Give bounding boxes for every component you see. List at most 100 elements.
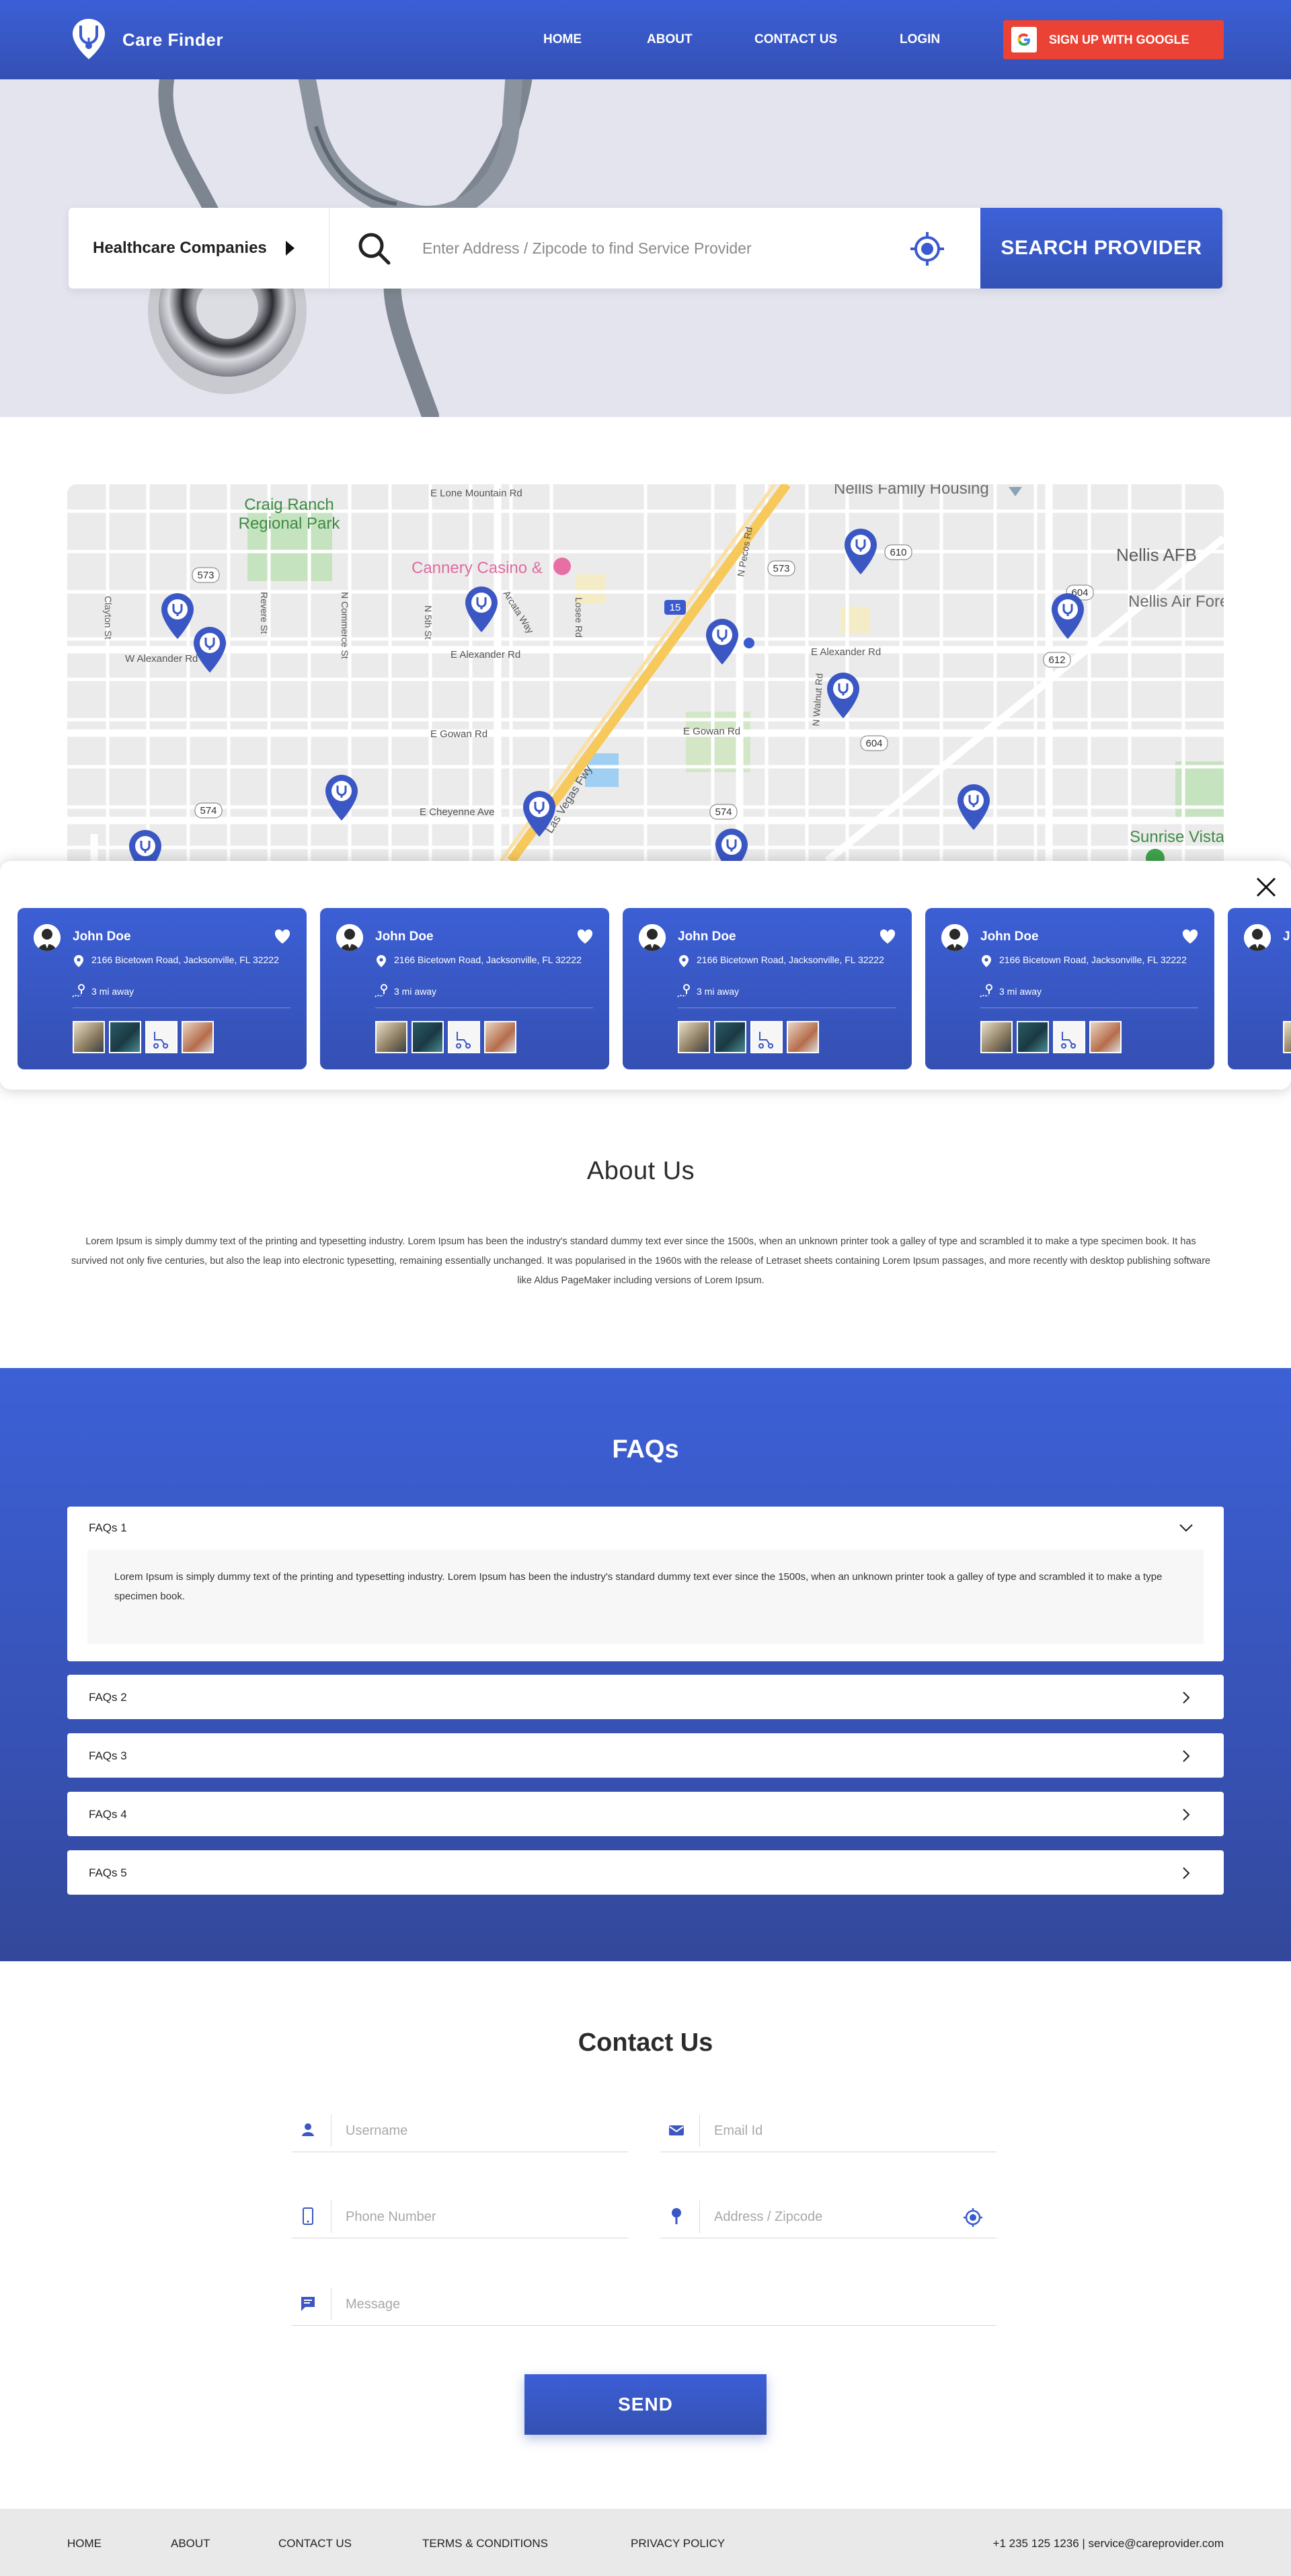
gallery-thumbnail[interactable] [750, 1021, 783, 1053]
footer-link-about[interactable]: ABOUT [171, 2537, 210, 2550]
address-input[interactable] [714, 2205, 956, 2229]
mail-icon [669, 2125, 684, 2135]
avatar [941, 924, 968, 951]
gallery-thumbnail[interactable] [375, 1021, 407, 1053]
chevron-right-icon[interactable] [1182, 1809, 1190, 1821]
search-field [329, 208, 980, 289]
favorite-heart-icon[interactable] [1182, 930, 1198, 944]
chat-icon [301, 2297, 315, 2311]
sand-area [840, 607, 870, 634]
chevron-right-icon[interactable] [1182, 1867, 1190, 1879]
caret-right-icon [285, 241, 295, 256]
faq-item[interactable]: FAQs 5 [67, 1850, 1224, 1895]
search-provider-button[interactable]: SEARCH PROVIDER [980, 208, 1222, 289]
faq-item[interactable]: FAQs 3 [67, 1733, 1224, 1778]
svg-text:E Gowan Rd: E Gowan Rd [683, 726, 740, 737]
current-location-dot [744, 638, 754, 648]
faq-item[interactable]: FAQs 2 [67, 1675, 1224, 1719]
gallery-thumbnail[interactable] [109, 1021, 141, 1053]
gallery-thumbnail[interactable] [1053, 1021, 1085, 1053]
provider-distance: 3 mi away [91, 986, 134, 997]
locate-me-icon[interactable] [963, 2207, 983, 2228]
email-input[interactable] [714, 2119, 956, 2143]
send-button[interactable]: SEND [524, 2374, 767, 2435]
username-input[interactable] [346, 2119, 588, 2143]
gallery-thumbnail[interactable] [1283, 1021, 1291, 1053]
provider-name: John Doe [980, 930, 1039, 944]
gallery-thumbnail[interactable] [73, 1021, 105, 1053]
provider-gallery [1283, 1021, 1291, 1053]
favorite-heart-icon[interactable] [274, 930, 290, 944]
provider-results-panel: John Doe 2166 Bicetown Road, Jacksonvill… [0, 861, 1291, 1090]
gallery-thumbnail[interactable] [980, 1021, 1013, 1053]
phone-input[interactable] [346, 2205, 588, 2229]
provider-gallery [678, 1021, 819, 1053]
address-search-input[interactable] [422, 235, 893, 262]
provider-card[interactable]: John Doe 2166 Bicetown Road, Jacksonvill… [17, 908, 307, 1069]
gallery-thumbnail[interactable] [182, 1021, 214, 1053]
provider-card[interactable]: John Doe 2166 Bicetown Road, Jacksonvill… [623, 908, 912, 1069]
nav-login[interactable]: LOGIN [900, 32, 940, 47]
favorite-heart-icon[interactable] [577, 930, 593, 944]
nav-contact-us[interactable]: CONTACT US [754, 32, 837, 47]
user-icon [302, 2123, 314, 2136]
provider-name: J [1283, 930, 1290, 944]
distance-icon [72, 984, 85, 997]
close-icon[interactable] [1255, 876, 1278, 899]
chevron-down-icon[interactable] [1179, 1524, 1193, 1532]
gallery-thumbnail[interactable] [484, 1021, 516, 1053]
provider-card[interactable]: J [1228, 908, 1291, 1069]
google-signup-button[interactable]: SIGN UP WITH GOOGLE [1003, 20, 1224, 59]
map-label-housing: Nellis Family Housing [834, 484, 989, 498]
gallery-thumbnail[interactable] [787, 1021, 819, 1053]
faq-question: FAQs 1 [89, 1521, 127, 1534]
provider-address: 2166 Bicetown Road, Jacksonville, FL 322… [91, 954, 279, 965]
map-canvas[interactable]: 573 573 610 604 604 574 574 15 612 Craig… [67, 484, 1224, 861]
gallery-thumbnail[interactable] [448, 1021, 480, 1053]
faq-item-expanded[interactable]: FAQs 1 Lorem Ipsum is simply dummy text … [67, 1507, 1224, 1661]
google-signup-label: SIGN UP WITH GOOGLE [1049, 32, 1189, 46]
gallery-thumbnail[interactable] [714, 1021, 746, 1053]
svg-text:N Commerce St: N Commerce St [340, 592, 350, 659]
faq-item[interactable]: FAQs 4 [67, 1792, 1224, 1836]
logo[interactable]: Care Finder [67, 17, 223, 62]
category-dropdown[interactable]: Healthcare Companies [69, 208, 329, 289]
location-pin-icon [679, 955, 689, 967]
provider-distance: 3 mi away [697, 986, 740, 997]
gallery-thumbnail[interactable] [678, 1021, 710, 1053]
favorite-heart-icon[interactable] [879, 930, 896, 944]
provider-name: John Doe [678, 930, 736, 944]
nav-home[interactable]: HOME [543, 32, 582, 47]
gallery-thumbnail[interactable] [1089, 1021, 1122, 1053]
gallery-thumbnail[interactable] [412, 1021, 444, 1053]
provider-card[interactable]: John Doe 2166 Bicetown Road, Jacksonvill… [925, 908, 1214, 1069]
nav-about[interactable]: ABOUT [647, 32, 693, 47]
gallery-thumbnail[interactable] [145, 1021, 178, 1053]
top-navbar: Care Finder HOME ABOUT CONTACT US LOGIN … [0, 0, 1291, 79]
map-label-air-force: Nellis Air Fore [1128, 593, 1224, 611]
footer-link-privacy[interactable]: PRIVACY POLICY [631, 2537, 725, 2550]
svg-text:610: 610 [890, 547, 906, 558]
footer-link-home[interactable]: HOME [67, 2537, 102, 2550]
location-pin-icon [982, 955, 991, 967]
provider-map[interactable]: 573 573 610 604 604 574 574 15 612 Craig… [67, 484, 1224, 861]
svg-text:573: 573 [197, 570, 214, 581]
about-text: Lorem Ipsum is simply dummy text of the … [71, 1236, 1211, 1286]
svg-text:E Gowan Rd: E Gowan Rd [430, 728, 487, 740]
map-label-park: Craig Ranch [244, 496, 334, 514]
chevron-right-icon[interactable] [1182, 1750, 1190, 1762]
provider-card[interactable]: John Doe 2166 Bicetown Road, Jacksonvill… [320, 908, 609, 1069]
locate-me-icon[interactable] [909, 231, 945, 267]
chevron-right-icon[interactable] [1182, 1692, 1190, 1704]
gallery-thumbnail[interactable] [1017, 1021, 1049, 1053]
location-pin-icon [74, 955, 83, 967]
faq-title: FAQs [612, 1435, 679, 1464]
provider-gallery [375, 1021, 516, 1053]
footer-link-terms[interactable]: TERMS & CONDITIONS [422, 2537, 548, 2550]
map-pin-icon[interactable] [129, 830, 161, 861]
message-input[interactable] [346, 2292, 588, 2316]
distance-icon [375, 984, 387, 997]
map-pin-icon[interactable] [715, 829, 748, 861]
footer-link-contact-us[interactable]: CONTACT US [278, 2537, 352, 2550]
search-icon [358, 233, 391, 265]
